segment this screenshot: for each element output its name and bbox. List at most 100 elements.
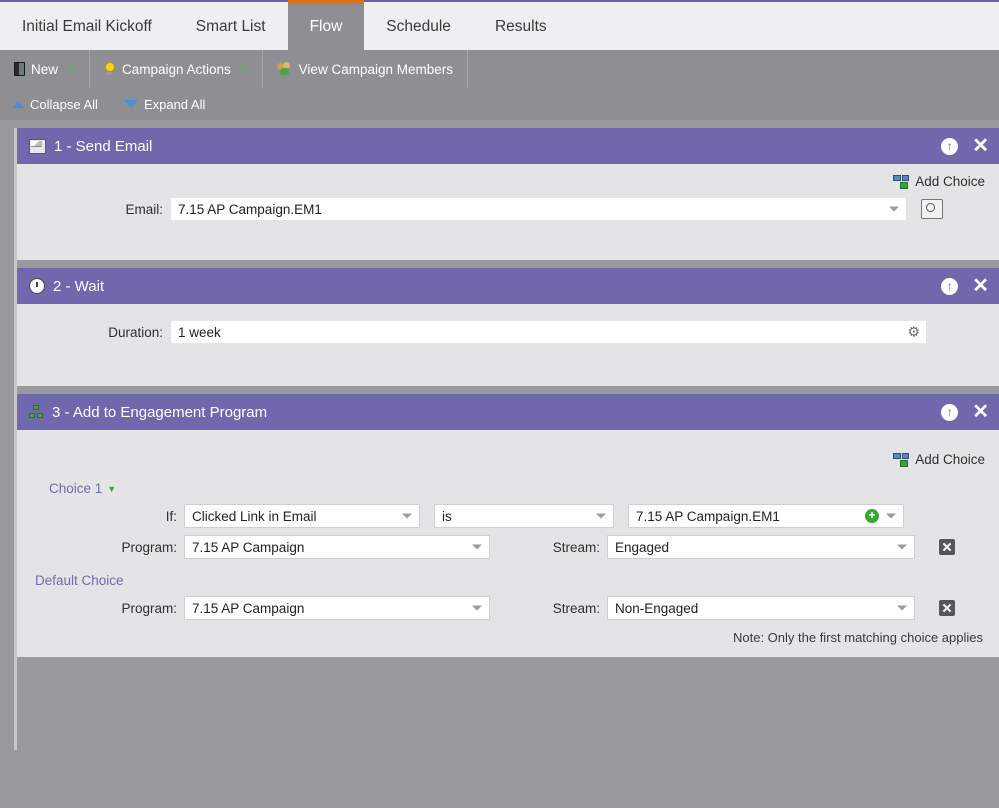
flow-step-title-label: 3 - Add to Engagement Program [52,403,268,421]
lightbulb-icon [104,62,116,76]
chevron-down-icon [402,513,412,519]
add-choice-row: Add Choice [31,452,985,467]
email-icon [29,138,46,154]
close-icon[interactable]: ✕ [972,276,989,296]
chevron-down-icon [897,605,907,611]
action-toolbar: New ▼ Campaign Actions ▼ View Campaign M… [0,50,999,88]
collapse-expand-toolbar: Collapse All Expand All [0,88,999,120]
choice-1-toggle[interactable]: Choice 1 ▼ [49,481,116,496]
action-toolbar-filler [468,50,999,88]
tab-bar-filler [568,2,999,52]
email-select[interactable]: 7.15 AP Campaign.EM1 [170,197,907,221]
default-choice-label: Default Choice [35,573,124,588]
default-stream-label: Stream: [552,600,600,616]
preview-email-button[interactable] [921,199,943,219]
tab-initial-email-kickoff[interactable]: Initial Email Kickoff [0,2,174,52]
flow-step-header: 1 - Send Email ↑ ✕ [17,128,999,164]
view-campaign-members-button[interactable]: View Campaign Members [263,50,468,88]
tab-label: Results [494,18,547,35]
flow-step-header: 3 - Add to Engagement Program ↑ ✕ [17,394,999,430]
add-choice-icon [893,174,910,189]
program-select[interactable]: 7.15 AP Campaign [184,535,490,559]
tab-flow[interactable]: Flow [287,0,365,52]
duration-field-label: Duration: [108,324,163,340]
flow-step-body: Add Choice Email: 7.15 AP Campaign.EM1 [17,164,999,260]
triangle-up-icon [12,100,24,108]
email-select-value: 7.15 AP Campaign.EM1 [178,201,322,217]
tab-schedule[interactable]: Schedule [364,2,473,52]
main-tab-bar: Initial Email Kickoff Smart List Flow Sc… [0,0,999,52]
campaign-actions-label: Campaign Actions [121,61,231,77]
flow-step-body: Add Choice Choice 1 ▼ If: Clicked Link i… [17,430,999,657]
expand-all-button[interactable]: Expand All [123,96,206,112]
add-choice-button[interactable]: Add Choice [893,452,985,467]
gear-icon[interactable]: ⚙ [907,324,920,341]
collapse-all-label: Collapse All [30,96,98,112]
move-up-icon[interactable]: ↑ [941,403,959,421]
flow-step-actions: ↑ ✕ [941,276,989,296]
close-icon[interactable]: ✕ [972,402,989,422]
default-choice-target-row: Program: 7.15 AP Campaign Stream: Non-En… [31,596,985,620]
campaign-actions-button[interactable]: Campaign Actions ▼ [90,50,263,88]
move-up-icon[interactable]: ↑ [941,277,959,295]
new-icon [14,62,25,76]
close-icon[interactable]: ✕ [972,136,989,156]
add-choice-row: Add Choice [31,174,985,189]
people-icon [276,62,293,76]
operand-select[interactable]: 7.15 AP Campaign.EM1 + [628,504,904,528]
chevron-down-icon: ▼ [107,483,117,494]
chevron-down-icon [886,513,896,519]
add-choice-label: Add Choice [915,452,985,467]
tab-label: Flow [309,18,343,35]
flow-step-send-email: 1 - Send Email ↑ ✕ Add Choice Email: 7.1… [17,128,999,260]
tab-results[interactable]: Results [472,2,569,52]
add-value-icon[interactable]: + [865,509,879,523]
chevron-down-icon [897,544,907,550]
operator-select[interactable]: is [434,504,614,528]
tab-smart-list[interactable]: Smart List [173,2,288,52]
flow-step-actions: ↑ ✕ [941,402,989,422]
collapse-all-button[interactable]: Collapse All [12,97,98,112]
chevron-down-icon [472,605,482,611]
choice-1-target-row: Program: 7.15 AP Campaign Stream: Engage… [31,535,985,559]
default-stream-value: Non-Engaged [615,600,699,616]
add-choice-button[interactable]: Add Choice [893,174,985,189]
clock-icon [29,278,45,294]
new-button-label: New [31,61,59,77]
if-trigger-value: Clicked Link in Email [192,508,317,524]
flow-step-title-label: 2 - Wait [53,277,105,295]
delete-choice-button[interactable] [939,539,955,555]
flow-step-actions: ↑ ✕ [941,136,989,156]
if-trigger-select[interactable]: Clicked Link in Email [184,504,420,528]
program-icon [29,405,44,419]
duration-value: 1 week [178,324,221,340]
new-button[interactable]: New ▼ [0,50,90,88]
tab-label: Smart List [195,18,266,35]
duration-field-row: Duration: 1 week ⚙ [31,320,985,344]
choice-1-condition-row: If: Clicked Link in Email is 7.15 AP Cam… [31,504,985,528]
stream-label: Stream: [552,539,600,555]
triangle-down-icon [123,100,138,108]
delete-default-choice-button[interactable] [939,600,955,616]
view-campaign-members-label: View Campaign Members [298,61,453,77]
flow-step-header: 2 - Wait ↑ ✕ [17,268,999,304]
default-stream-select[interactable]: Non-Engaged [607,596,915,620]
email-field-row: Email: 7.15 AP Campaign.EM1 [31,197,985,221]
if-label: If: [165,508,177,524]
email-field-label: Email: [125,201,163,217]
chevron-down-icon [596,513,606,519]
default-program-select[interactable]: 7.15 AP Campaign [184,596,490,620]
flow-step-title: 1 - Send Email [29,138,941,155]
add-choice-label: Add Choice [915,174,985,189]
program-label: Program: [121,539,177,555]
flow-step-body: Duration: 1 week ⚙ [17,304,999,386]
duration-input[interactable]: 1 week ⚙ [170,320,927,344]
tab-label: Schedule [386,18,451,35]
matching-choice-note: Note: Only the first matching choice app… [732,630,983,645]
stream-select[interactable]: Engaged [607,535,915,559]
flow-step-title: 3 - Add to Engagement Program [29,404,941,421]
chevron-down-icon [889,206,899,212]
expand-all-label: Expand All [143,96,206,112]
operator-value: is [442,508,452,524]
move-up-icon[interactable]: ↑ [941,137,959,155]
